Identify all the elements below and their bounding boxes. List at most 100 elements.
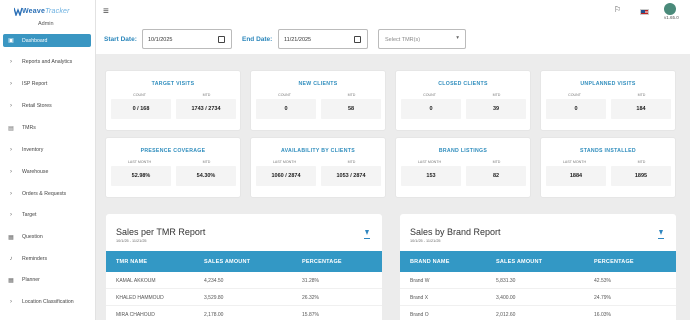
kpi-sub-right: MTD xyxy=(202,93,211,97)
app-version: v1.65.0 xyxy=(664,15,679,20)
panel-date-range: 10/1/25 - 11/21/25 xyxy=(116,239,147,243)
column-header[interactable]: BRAND NAME xyxy=(410,259,450,265)
user-role: Admin xyxy=(38,21,54,27)
start-date-label: Start Date: xyxy=(104,36,137,43)
calendar-icon[interactable] xyxy=(354,36,361,43)
kpi-value-left: 0 xyxy=(546,99,606,119)
start-date-input[interactable]: 10/1/2025 xyxy=(142,29,232,49)
sidebar-item-label: Target xyxy=(22,212,37,218)
kpi-card-presence-coverage: PRESENCE COVERAGE LAST MONTH MTD 52.98% … xyxy=(105,137,241,198)
sidebar-item-target[interactable]: › Target xyxy=(0,208,96,222)
menu-icon[interactable]: ≡ xyxy=(103,6,109,17)
kpi-sub-left: COUNT xyxy=(133,93,146,97)
kpi-value-right: 58 xyxy=(321,99,381,119)
kpi-sub-right: MTD xyxy=(492,160,501,164)
sidebar-item-label: Reports and Analytics xyxy=(22,59,73,65)
sales-amount-cell: 4,234.50 xyxy=(204,278,224,284)
chevron-right-icon: › xyxy=(10,212,12,218)
kpi-card-target-visits: TARGET VISITS COUNT MTD 0 / 168 1743 / 2… xyxy=(105,70,241,131)
download-icon[interactable] xyxy=(657,230,665,239)
kpi-value-left: 52.98% xyxy=(111,166,171,186)
sidebar-item-label: Question xyxy=(22,234,43,240)
brand-name-cell: Brand X xyxy=(410,295,429,301)
sidebar-item-label: Warehouse xyxy=(22,169,49,175)
kpi-card-title: PRESENCE COVERAGE xyxy=(140,148,206,154)
sidebar-item-retail-stores[interactable]: › Retail Stores xyxy=(0,99,96,113)
kpi-sub-right: MTD xyxy=(637,160,646,164)
sidebar-item-isp-report[interactable]: › ISP Report xyxy=(0,77,96,91)
column-header[interactable]: TMR NAME xyxy=(116,259,147,265)
column-header[interactable]: SALES AMOUNT xyxy=(204,259,250,265)
kpi-card-title: UNPLANNED VISITS xyxy=(580,81,636,87)
sidebar-item-tmrs[interactable]: ▤ TMRs xyxy=(0,121,96,135)
percentage-cell: 42.53% xyxy=(594,278,611,284)
panel-date-range: 10/1/25 - 11/21/25 xyxy=(410,239,441,243)
chevron-right-icon: › xyxy=(10,103,12,109)
bus-icon: ▤ xyxy=(8,125,14,132)
kpi-value-right: 1895 xyxy=(611,166,671,186)
sidebar-item-label: Inventory xyxy=(22,147,44,153)
table-row[interactable]: MIRA CHAHOUD 2,178.00 15.87% xyxy=(106,306,382,320)
sidebar-item-orders-requests[interactable]: › Orders & Requests xyxy=(0,187,96,201)
brand-name-cell: Brand W xyxy=(410,278,430,284)
kpi-value-left: 0 xyxy=(256,99,316,119)
sidebar-item-question[interactable]: ▦ Question xyxy=(0,230,96,244)
chevron-right-icon: › xyxy=(10,299,12,305)
bell-icon: ♪ xyxy=(9,256,13,262)
kpi-card-title: BRAND LISTINGS xyxy=(438,148,488,154)
language-flag-icon[interactable] xyxy=(640,9,649,15)
brand-name-cell: Brand O xyxy=(410,312,429,318)
panel-title: Sales per TMR Report xyxy=(116,227,206,237)
kpi-value-right: 184 xyxy=(611,99,671,119)
sidebar-item-reminders[interactable]: ♪ Reminders xyxy=(0,252,96,266)
top-bar: ≡ ⚐ v1.65.0 xyxy=(96,0,690,24)
sidebar-item-reports-analytics[interactable]: › Reports and Analytics xyxy=(0,55,96,69)
sidebar-item-inventory[interactable]: › Inventory xyxy=(0,143,96,157)
chevron-right-icon: › xyxy=(10,169,12,175)
table-row[interactable]: Brand X 3,400.00 24.79% xyxy=(400,289,676,306)
kpi-sub-left: LAST MONTH xyxy=(562,160,587,164)
avatar[interactable] xyxy=(664,3,676,15)
column-header[interactable]: PERCENTAGE xyxy=(302,259,342,265)
kpi-value-right: 1053 / 2874 xyxy=(321,166,381,186)
kpi-value-right: 54.30% xyxy=(176,166,236,186)
panel-title: Sales by Brand Report xyxy=(410,227,501,237)
chevron-right-icon: › xyxy=(10,81,12,87)
app-logo[interactable]: WeaveTracker xyxy=(14,6,78,20)
kpi-value-left: 1884 xyxy=(546,166,606,186)
sidebar-item-warehouse[interactable]: › Warehouse xyxy=(0,165,96,179)
table-row[interactable]: KHALED HAMMOUD 3,529.80 26.32% xyxy=(106,289,382,306)
kpi-sub-left: LAST MONTH xyxy=(127,160,152,164)
kpi-card-unplanned-visits: UNPLANNED VISITS COUNT MTD 0 184 xyxy=(540,70,676,131)
sidebar-item-label: Location Classification xyxy=(22,299,74,305)
percentage-cell: 31.28% xyxy=(302,278,319,284)
sidebar: WeaveTracker Admin ▣ Dashboard › Reports… xyxy=(0,0,96,320)
kpi-card-title: TARGET VISITS xyxy=(151,81,195,87)
table-row[interactable]: KAMAL AKKOUM 4,234.50 31.28% xyxy=(106,272,382,289)
kpi-sub-right: MTD xyxy=(347,160,356,164)
tmr-name-cell: MIRA CHAHOUD xyxy=(116,312,155,318)
sales-amount-cell: 5,831.30 xyxy=(496,278,516,284)
sales-amount-cell: 2,178.00 xyxy=(204,312,224,318)
kpi-value-left: 153 xyxy=(401,166,461,186)
column-header[interactable]: SALES AMOUNT xyxy=(496,259,542,265)
sidebar-item-location-classification[interactable]: › Location Classification xyxy=(0,295,96,309)
kpi-card-brand-listings: BRAND LISTINGS LAST MONTH MTD 153 82 xyxy=(395,137,531,198)
kpi-sub-left: COUNT xyxy=(568,93,581,97)
kpi-card-stands-installed: STANDS INSTALLED LAST MONTH MTD 1884 189… xyxy=(540,137,676,198)
tmr-select[interactable]: Select TMR(s) ▾ xyxy=(378,29,466,49)
table-row[interactable]: Brand W 5,831.30 42.53% xyxy=(400,272,676,289)
sidebar-item-dashboard[interactable]: ▣ Dashboard xyxy=(3,34,91,47)
kpi-card-new-clients: NEW CLIENTS COUNT MTD 0 58 xyxy=(250,70,386,131)
download-icon[interactable] xyxy=(363,230,371,239)
kpi-card-title: NEW CLIENTS xyxy=(298,81,338,87)
column-header[interactable]: PERCENTAGE xyxy=(594,259,634,265)
kpi-sub-left: LAST MONTH xyxy=(417,160,442,164)
table-row[interactable]: Brand O 2,012.60 16.03% xyxy=(400,306,676,320)
percentage-cell: 26.32% xyxy=(302,295,319,301)
sidebar-item-planner[interactable]: ▦ Planner xyxy=(0,273,96,287)
calendar-icon[interactable] xyxy=(218,36,225,43)
notification-icon[interactable]: ⚐ xyxy=(614,5,621,14)
end-date-label: End Date: xyxy=(242,36,273,43)
end-date-input[interactable]: 11/21/2025 xyxy=(278,29,368,49)
